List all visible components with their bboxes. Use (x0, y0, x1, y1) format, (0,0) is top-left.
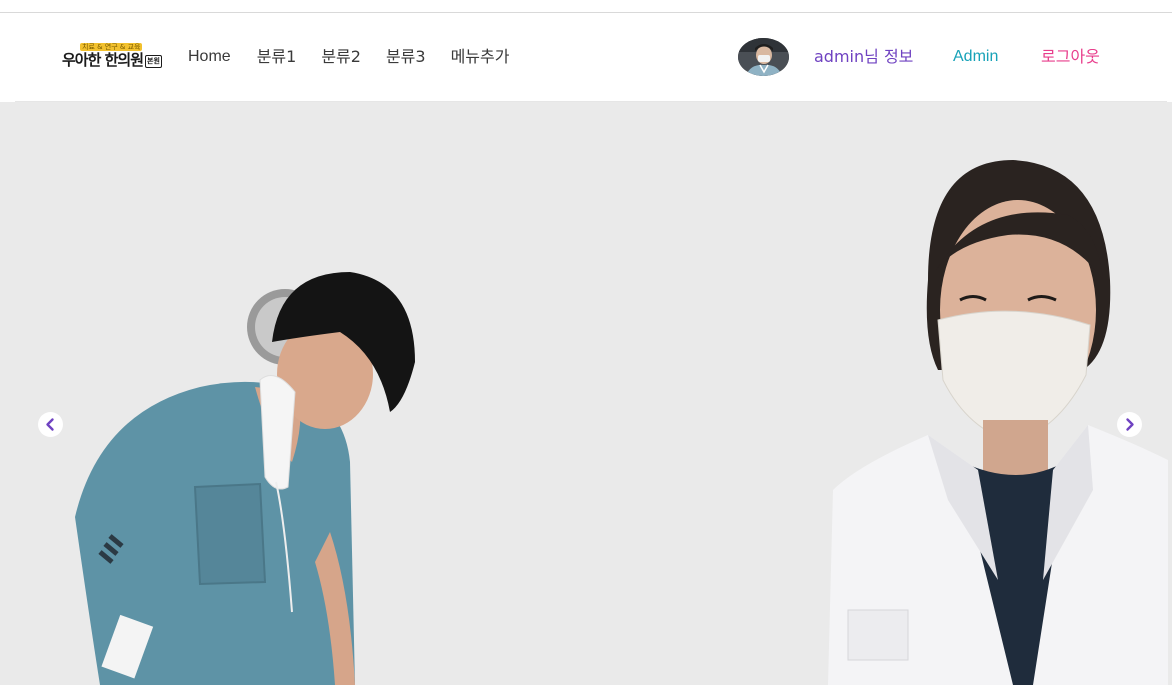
nav-add-menu[interactable]: 메뉴추가 (451, 45, 510, 69)
carousel-next-button[interactable] (1117, 412, 1142, 437)
page: 치료 & 연구 & 교육 우아한 한의원 본원 Home 분류1 분류2 분류3 … (0, 0, 1172, 685)
avatar-photo (738, 38, 789, 76)
logo-brand: 우아한 한의원 본원 (62, 52, 162, 69)
carousel-photo-doctor-scrubs (75, 272, 415, 685)
main-nav: Home 분류1 분류2 분류3 메뉴추가 (188, 45, 509, 69)
user-info-link[interactable]: admin님 정보 (814, 45, 913, 69)
image-carousel (0, 102, 1172, 685)
nav-home[interactable]: Home (188, 45, 231, 69)
nav-category-2[interactable]: 분류2 (321, 45, 361, 69)
nav-category-1[interactable]: 분류1 (257, 45, 297, 69)
chevron-left-icon (46, 418, 54, 431)
chevron-right-icon (1126, 418, 1134, 431)
logo-tagline: 치료 & 연구 & 교육 (80, 43, 143, 51)
user-avatar[interactable] (738, 38, 789, 76)
nav-category-3[interactable]: 분류3 (386, 45, 426, 69)
logo-badge: 본원 (145, 55, 162, 68)
logo-brand-name: 우아한 한의원 (62, 51, 144, 69)
logout-link[interactable]: 로그아웃 (1041, 45, 1100, 69)
admin-link[interactable]: Admin (953, 45, 998, 69)
carousel-prev-button[interactable] (38, 412, 63, 437)
navbar: 치료 & 연구 & 교육 우아한 한의원 본원 Home 분류1 분류2 분류3 … (15, 13, 1167, 102)
logo[interactable]: 치료 & 연구 & 교육 우아한 한의원 본원 (62, 43, 162, 71)
